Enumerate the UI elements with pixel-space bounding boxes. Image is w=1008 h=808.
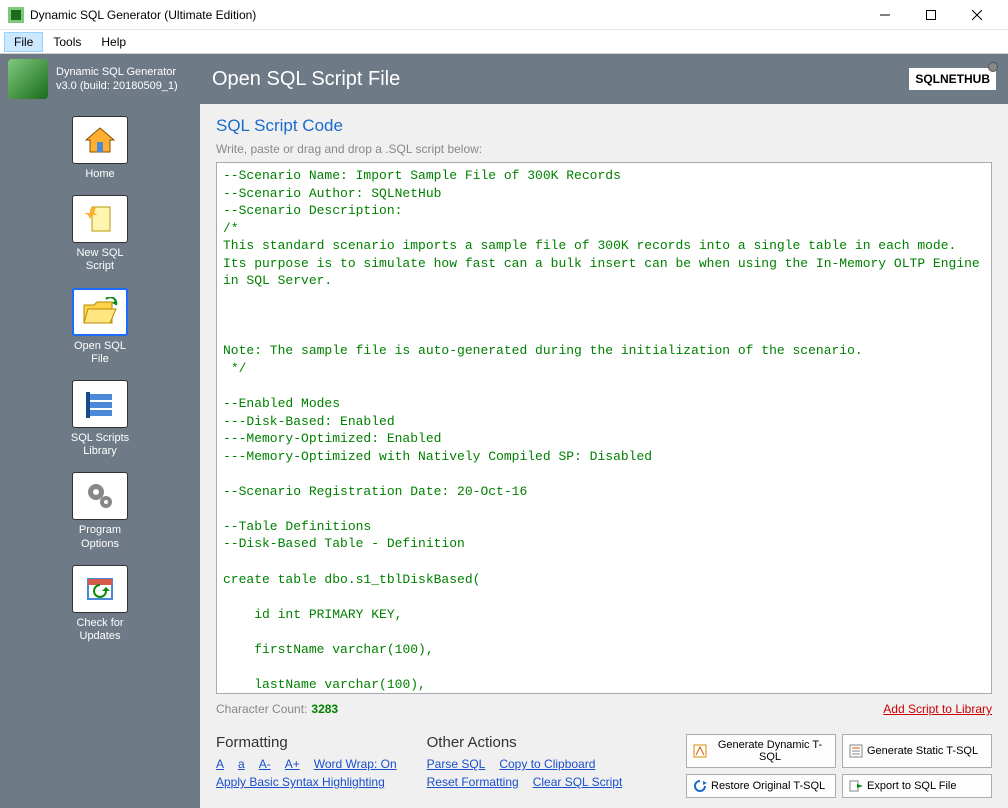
other-actions-section: Other Actions Parse SQL Copy to Clipboar… [427,734,623,793]
action-buttons: Generate Dynamic T-SQL Generate Static T… [686,734,992,798]
char-count-label: Character Count: [216,702,307,716]
font-lower-link[interactable]: a [238,757,245,771]
home-icon [72,116,128,164]
main-area: Home New SQL Script Open SQL File SQL Sc… [0,104,1008,808]
font-decrease-link[interactable]: A- [259,757,271,771]
add-to-library-link[interactable]: Add Script to Library [883,702,992,716]
reset-formatting-link[interactable]: Reset Formatting [427,775,519,789]
brand-logo[interactable]: SQLNETHUB [909,68,996,90]
generate-dynamic-button[interactable]: Generate Dynamic T-SQL [686,734,836,768]
header-right: SQLNETHUB [909,68,1008,90]
app-version: v3.0 (build: 20180509_1) [56,79,178,93]
export-icon [849,779,863,793]
section-title: SQL Script Code [216,116,992,136]
new-script-icon [72,195,128,243]
sql-code-editor[interactable]: --Scenario Name: Import Sample File of 3… [216,162,992,694]
sidebar-item-label: SQL Scripts Library [71,432,129,458]
button-label: Generate Dynamic T-SQL [711,739,829,763]
clear-script-link[interactable]: Clear SQL Script [533,775,623,789]
gear-icon [72,472,128,520]
app-name-block: Dynamic SQL Generator v3.0 (build: 20180… [56,65,178,94]
sidebar-item-new-script[interactable]: New SQL Script [55,195,145,273]
char-count-value: 3283 [311,702,338,716]
sidebar-item-label: New SQL Script [76,247,123,273]
titlebar: Dynamic SQL Generator (Ultimate Edition) [0,0,1008,30]
generate-static-button[interactable]: Generate Static T-SQL [842,734,992,768]
page-title: Open SQL Script File [200,68,909,91]
sidebar-item-options[interactable]: Program Options [55,472,145,550]
sidebar-item-label: Program Options [79,524,121,550]
formatting-heading: Formatting [216,734,397,751]
sidebar-item-library[interactable]: SQL Scripts Library [55,380,145,458]
window-title: Dynamic SQL Generator (Ultimate Edition) [30,8,862,22]
window-controls [862,0,1000,30]
syntax-highlight-link[interactable]: Apply Basic Syntax Highlighting [216,775,385,789]
minimize-button[interactable] [862,0,908,30]
status-row: Character Count: 3283 Add Script to Libr… [216,702,992,716]
export-button[interactable]: Export to SQL File [842,774,992,798]
app-logo-icon [8,59,48,99]
app-name: Dynamic SQL Generator [56,65,178,79]
copy-clipboard-link[interactable]: Copy to Clipboard [499,757,595,771]
brand-text: SQLNETHUB [915,72,990,86]
sidebar-item-label: Check for Updates [76,617,123,643]
sidebar: Home New SQL Script Open SQL File SQL Sc… [0,104,200,808]
updates-icon [72,565,128,613]
restore-original-button[interactable]: Restore Original T-SQL [686,774,836,798]
content-panel: SQL Script Code Write, paste or drag and… [200,104,1008,808]
sidebar-item-home[interactable]: Home [55,116,145,181]
header-left: Dynamic SQL Generator v3.0 (build: 20180… [0,55,200,103]
menu-tools[interactable]: Tools [43,32,91,52]
sidebar-item-label: Open SQL File [74,340,126,366]
sidebar-item-open-file[interactable]: Open SQL File [55,288,145,366]
sidebar-item-updates[interactable]: Check for Updates [55,565,145,643]
bottom-panel: Formatting A a A- A+ Word Wrap: On Apply… [216,734,992,798]
generate-icon [849,744,863,758]
menu-file[interactable]: File [4,32,43,52]
button-label: Generate Static T-SQL [867,745,978,757]
hint-text: Write, paste or drag and drop a .SQL scr… [216,142,992,156]
menubar: File Tools Help [0,30,1008,54]
library-icon [72,380,128,428]
open-file-icon [72,288,128,336]
parse-sql-link[interactable]: Parse SQL [427,757,486,771]
menu-help[interactable]: Help [91,32,136,52]
restore-icon [693,779,707,793]
maximize-button[interactable] [908,0,954,30]
button-label: Export to SQL File [867,780,956,792]
header-band: Dynamic SQL Generator v3.0 (build: 20180… [0,54,1008,104]
generate-icon [693,744,707,758]
button-label: Restore Original T-SQL [711,780,825,792]
formatting-section: Formatting A a A- A+ Word Wrap: On Apply… [216,734,397,793]
app-icon [8,7,24,23]
word-wrap-link[interactable]: Word Wrap: On [314,757,397,771]
font-upper-link[interactable]: A [216,757,224,771]
other-actions-heading: Other Actions [427,734,623,751]
globe-icon [988,62,998,72]
close-button[interactable] [954,0,1000,30]
sidebar-item-label: Home [85,168,114,181]
font-increase-link[interactable]: A+ [285,757,300,771]
